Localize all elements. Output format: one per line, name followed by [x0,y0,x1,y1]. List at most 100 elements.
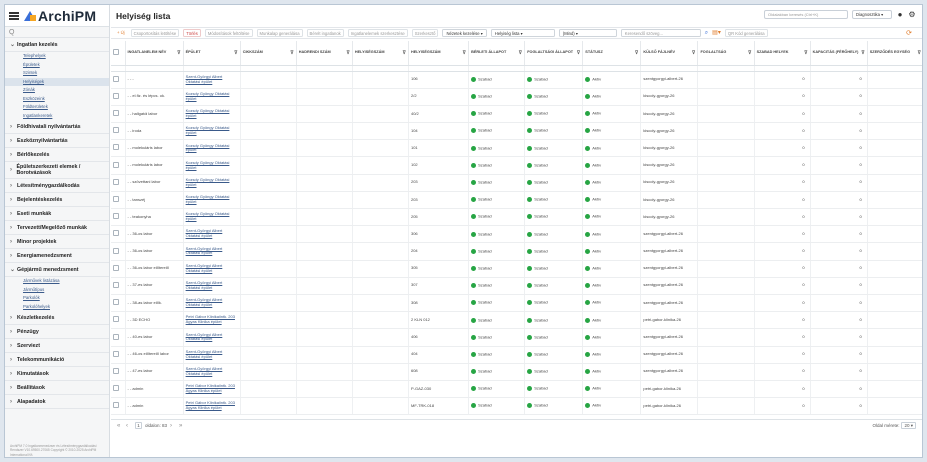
column-header[interactable]: Státusz ⊽ [582,41,642,66]
table-row[interactable]: - - 36-os labor Szent-Györgyi Albert Okta… [111,242,922,261]
row-checkbox[interactable] [113,247,119,254]
sidebar-section[interactable]: › Eszköznyilvántartás [5,134,109,148]
column-header[interactable]: Cikkszám ⊽ [240,41,297,66]
building-cell[interactable]: Szent-Györgyi Albert Oktatási épület [183,71,241,89]
sidebar-section[interactable]: ⌄ Gépjármű menedzsment [5,263,109,277]
sidebar-section[interactable]: › Pénzügy [5,325,109,339]
select-all-header[interactable] [111,41,126,66]
sidebar-section[interactable]: › Beállítások [5,381,109,395]
building-link[interactable]: Kozsdy Gyöngy Oktatási épület [186,194,230,204]
sidebar-section[interactable]: › Kimutatások [5,367,109,381]
table-row[interactable]: - - szövettani labor Kozsdy Gyöngy Oktatá… [111,174,922,192]
building-link[interactable]: Petri Gábor Klinikaiintk. 203 Ágyas Klin… [186,383,235,393]
filter-icon[interactable]: ⊽ [692,51,696,56]
filter-icon[interactable]: ⊽ [861,51,865,56]
table-row[interactable]: - - 36-os labor előterelő Szent-Györgyi A… [111,260,922,278]
sidebar-item[interactable]: Szintek [5,69,109,78]
sidebar-section[interactable]: › Bejelentéskezelés [5,193,109,207]
table-row[interactable]: - - tanszéj Kozsdy Gyöngy Oktatási épület… [111,191,922,210]
sidebar-item[interactable]: Parkolóhelyek [5,303,109,312]
row-select-cell[interactable] [111,294,126,313]
column-header[interactable]: Épület ⊽ [183,41,241,66]
sidebar-search-icon[interactable]: Q [5,27,109,38]
column-header[interactable]: Foglaltság ⊽ [697,41,755,66]
row-checkbox[interactable] [113,333,119,340]
sidebar-section[interactable]: › Szerviezt [5,339,109,353]
table-row[interactable]: - - 37-es labor Szent-Györgyi Albert Okta… [111,277,922,295]
building-cell[interactable]: Kozsdy Gyöngy Oktatási épület [183,191,241,210]
building-link[interactable]: Kozsdy Gyöngy Oktatási épület [186,160,230,170]
row-select-cell[interactable] [111,380,126,399]
building-link[interactable]: Szent-Györgyi Albert Oktatási épület [186,74,223,84]
row-checkbox[interactable] [113,110,119,117]
row-checkbox[interactable] [113,299,119,306]
building-link[interactable]: Szent-Györgyi Albert Oktatási épület [186,263,223,273]
column-header[interactable]: Szerződés egység ⊽ [867,41,922,66]
row-checkbox[interactable] [113,92,119,99]
search-icon[interactable]: ⌕ [705,29,708,37]
table-row[interactable]: - - el.fiz. és lépcs. ok. Kozsdy Gyöngy O… [111,88,922,106]
building-cell[interactable]: Szent-Györgyi Albert Oktatási épület [183,242,241,261]
row-select-cell[interactable] [111,88,126,106]
table-row[interactable]: - - molekuláris labor Kozsdy Gyöngy Oktat… [111,139,922,158]
row-checkbox[interactable] [113,178,119,185]
sidebar-item[interactable]: Járműtípus [5,286,109,295]
table-row[interactable]: - - 3D ECHO Petri Gábor Klinikaiintk. 203… [111,311,922,330]
row-select-cell[interactable] [111,122,126,141]
global-search-input[interactable]: Oldalakban keresés (Ctrl+K) [764,10,848,19]
select-all-checkbox[interactable] [113,48,119,55]
building-cell[interactable]: Kozsdy Gyöngy Oktatási épület [183,139,241,158]
worksheet-button[interactable]: Munkalap generálása [256,29,303,37]
first-page-icon[interactable]: « [117,423,123,429]
building-link[interactable]: Szent-Györgyi Albert Oktatási épület [186,332,223,342]
building-cell[interactable]: Szent-Györgyi Albert Oktatási épület [183,225,241,244]
building-link[interactable]: Szent-Györgyi Albert Oktatási épület [186,280,223,290]
add-button[interactable]: + Új [115,29,127,37]
sidebar-section[interactable]: ⌄ Ingatlan kezelés [5,38,109,52]
building-cell[interactable]: Petri Gábor Klinikaiintk. 203 Ágyas Klin… [183,397,241,416]
hamburger-menu-icon[interactable] [9,11,19,20]
editor-button[interactable]: Szerkesztő [411,29,439,37]
table-row[interactable]: - - - Szent-Györgyi Albert Oktatási épüle… [111,71,922,89]
sidebar-item[interactable]: Zónák [5,86,109,95]
row-select-cell[interactable] [111,242,126,261]
row-checkbox[interactable] [113,213,119,220]
row-select-cell[interactable] [111,139,126,158]
column-header[interactable]: Helyiségszám ⊽ [408,41,470,66]
sidebar-section[interactable]: › Telekommunikáció [5,353,109,367]
building-cell[interactable]: Petri Gábor Klinikaiintk. 203 Ágyas Klin… [183,311,241,330]
filter-icon[interactable]: ⊽ [917,51,921,56]
view-manage-select[interactable]: Nézetek kezelése ▾ [442,29,487,37]
page-number-input[interactable]: 1 [135,422,142,429]
export-excel-icon[interactable]: ▤▾ [712,29,721,37]
row-select-cell[interactable] [111,346,126,364]
building-cell[interactable]: Szent-Györgyi Albert Oktatási épület [183,346,241,364]
row-checkbox[interactable] [113,230,119,237]
column-header[interactable]: Szabad helyek ⊽ [754,41,811,66]
column-header[interactable]: Foglaltsági állapot ⊽ [524,41,584,66]
building-link[interactable]: Petri Gábor Klinikaiintk. 203 Ágyas Klin… [186,314,235,324]
table-row[interactable]: - - 47-es labor Szent-Györgyi Albert Okta… [111,363,922,381]
filter-icon[interactable]: ⊽ [519,51,523,56]
sidebar-section[interactable]: › Energiamenedzsment [5,249,109,263]
building-link[interactable]: Szent-Györgyi Albert Oktatási épület [186,366,223,376]
row-select-cell[interactable] [111,277,126,295]
edit-elements-button[interactable]: Ingatlanelemek szerkesztése [347,29,408,37]
delete-button[interactable]: Törlés [183,29,201,37]
building-link[interactable]: Kozsdy Gyöngy Oktatási épület [186,108,230,118]
bulk-upload-button[interactable]: Módosítások feltöltése [204,29,253,37]
row-checkbox[interactable] [113,161,119,168]
sidebar-item[interactable]: Eszközeink [5,95,109,104]
building-link[interactable]: Kozsdy Gyöngy Oktatási épület [186,143,230,153]
filter-icon[interactable]: ⊽ [346,51,350,56]
settings-gear-icon[interactable]: ⚙ [908,10,916,19]
row-checkbox[interactable] [113,385,119,392]
building-cell[interactable]: Szent-Györgyi Albert Oktatási épület [183,328,241,347]
filter-icon[interactable]: ⊽ [402,51,406,56]
building-link[interactable]: Szent-Györgyi Albert Oktatási épület [186,349,223,359]
sidebar-item[interactable]: Telephelyek [5,52,109,61]
sidebar-section[interactable]: › Eseti munkák [5,207,109,221]
building-link[interactable]: Kozsdy Gyöngy Oktatási épület [186,177,230,187]
toolbar-search-input[interactable]: Keresendő szöveg... [620,29,701,37]
building-cell[interactable]: Kozsdy Gyöngy Oktatási épület [183,122,241,141]
